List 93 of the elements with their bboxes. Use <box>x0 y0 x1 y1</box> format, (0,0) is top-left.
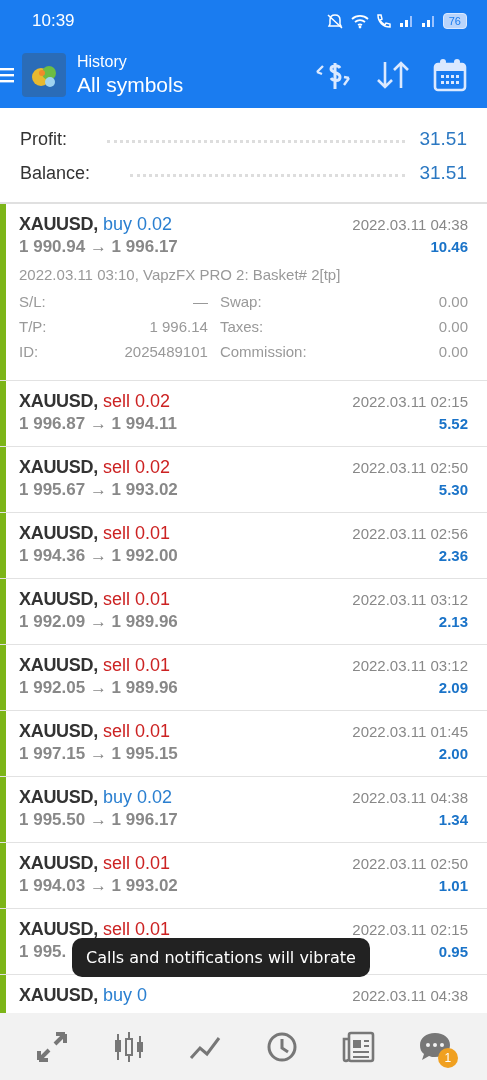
deal-time: 2022.03.11 04:38 <box>352 789 468 806</box>
symbol-name: XAUUSD, <box>19 589 98 610</box>
deal-comment: 2022.03.11 03:10, VapzFX PRO 2: Basket# 2[tp] <box>19 266 342 283</box>
status-time: 10:39 <box>32 11 75 31</box>
trade-type: buy 0 <box>102 985 147 1006</box>
deal-time: 2022.03.11 01:45 <box>352 723 468 740</box>
signal-icon <box>420 14 437 28</box>
symbol-name: XAUUSD, <box>19 919 98 940</box>
deal-row[interactable]: XAUUSD, sell 0.01 2022.03.11 02:50 1 994.03 → 1 993.02 1.01 <box>0 843 487 909</box>
deal-time: 2022.03.11 04:38 <box>352 216 468 233</box>
deal-row[interactable]: XAUUSD, sell 0.02 2022.03.11 02:15 1 996.87 → 1 994.11 5.52 <box>0 381 487 447</box>
detail-value: 0.00 <box>437 293 468 310</box>
profit-value: 1.01 <box>438 877 468 894</box>
menu-icon[interactable] <box>0 67 14 83</box>
profit-value: 10.46 <box>430 238 468 255</box>
deal-time: 2022.03.11 03:12 <box>352 657 468 674</box>
app-logo <box>22 53 66 97</box>
deal-row[interactable]: XAUUSD, sell 0.01 2022.03.11 01:45 1 997.15 → 1 995.15 2.00 <box>0 711 487 777</box>
deal-time: 2022.03.11 02:15 <box>352 393 468 410</box>
summary-label: Balance: <box>20 162 91 184</box>
deal-row[interactable]: XAUUSD, buy 0.02 2022.03.11 04:38 1 990.94 → 1 996.17 10.46 2022.03.11 03:10, VapzFX PRO 2: Basket# 2[tp] S/L: — Swap: 0.00 T/P: 1 996.14 Taxes: 0.00 ID: 2025489101 Commission: 0.00 <box>0 204 487 381</box>
summary-label: Profit: <box>20 128 67 150</box>
symbol-name: XAUUSD, <box>19 655 98 676</box>
trade-type: sell 0.02 <box>102 457 170 478</box>
detail-label: Swap: <box>218 293 263 310</box>
detail-label: S/L: <box>19 293 47 310</box>
sort-icon[interactable] <box>375 59 411 91</box>
deal-row[interactable]: XAUUSD, sell 0.02 2022.03.11 02:50 1 995.67 → 1 993.02 5.30 <box>0 447 487 513</box>
trade-type: buy 0.02 <box>102 787 172 808</box>
deal-row[interactable]: XAUUSD, sell 0.01 2022.03.11 03:12 1 992.09 → 1 989.96 2.13 <box>0 579 487 645</box>
symbol-name: XAUUSD, <box>19 721 98 742</box>
profit-value: 1.34 <box>438 811 468 828</box>
profit-value: 2.09 <box>438 679 468 696</box>
symbol-name: XAUUSD, <box>19 523 98 544</box>
detail-label: Commission: <box>218 343 307 360</box>
symbol-name: XAUUSD, <box>19 853 98 874</box>
symbol-name: XAUUSD, <box>19 457 98 478</box>
price-range: 1 992.05 → 1 989.96 <box>19 678 178 698</box>
profit-value: 2.13 <box>438 613 468 630</box>
detail-value: 0.00 <box>437 318 468 335</box>
detail-label: Taxes: <box>218 318 265 335</box>
price-range: 1 992.09 → 1 989.96 <box>19 612 178 632</box>
wifi-icon <box>350 13 369 29</box>
toolbar-subtitle: All symbols <box>77 73 185 97</box>
price-range: 1 994.03 → 1 993.02 <box>19 876 178 896</box>
trade-type: sell 0.01 <box>102 655 170 676</box>
trade-type: sell 0.01 <box>102 919 170 940</box>
summary-value: 31.51 <box>419 162 467 184</box>
symbol-name: XAUUSD, <box>19 214 98 235</box>
signal-icon <box>398 14 415 28</box>
deal-time: 2022.03.11 02:50 <box>352 459 468 476</box>
deal-row[interactable]: XAUUSD, buy 0.02 2022.03.11 04:38 1 995.50 → 1 996.17 1.34 <box>0 777 487 843</box>
toast-message: Calls and notifications will vibrate <box>72 938 370 977</box>
trade-type: sell 0.01 <box>102 721 170 742</box>
deal-time: 2022.03.11 03:12 <box>352 591 468 608</box>
trade-type: sell 0.02 <box>102 391 170 412</box>
price-range: 1 996.87 → 1 994.11 <box>19 414 177 434</box>
trade-type: buy 0.02 <box>102 214 172 235</box>
profit-value: 5.52 <box>438 415 468 432</box>
price-range: 1 995. <box>19 942 67 962</box>
price-range: 1 997.15 → 1 995.15 <box>19 744 178 764</box>
deal-time: 2022.03.11 02:56 <box>352 525 468 542</box>
trade-type: sell 0.01 <box>102 589 170 610</box>
deal-time: 2022.03.11 02:50 <box>352 855 468 872</box>
price-range: 1 994.36 → 1 992.00 <box>19 546 178 566</box>
price-range: 1 990.94 → 1 996.17 <box>19 237 178 257</box>
detail-label: ID: <box>19 343 40 360</box>
deal-row[interactable]: XAUUSD, sell 0.01 2022.03.11 03:12 1 992.05 → 1 989.96 2.09 <box>0 645 487 711</box>
profit-value: 5.30 <box>438 481 468 498</box>
profit-value: 2.00 <box>438 745 468 762</box>
trade-type: sell 0.01 <box>102 853 170 874</box>
deal-time: 2022.03.11 04:38 <box>352 987 468 1004</box>
detail-value: 2025489101 <box>123 343 208 360</box>
summary-value: 31.51 <box>419 128 467 150</box>
arrows-icon[interactable] <box>35 1029 70 1064</box>
detail-value: — <box>191 293 208 310</box>
symbol-name: XAUUSD, <box>19 985 98 1006</box>
calendar-icon[interactable] <box>433 58 467 92</box>
symbol-name: XAUUSD, <box>19 391 98 412</box>
profit-value: 0.95 <box>438 943 468 960</box>
symbol-name: XAUUSD, <box>19 787 98 808</box>
price-range: 1 995.50 → 1 996.17 <box>19 810 178 830</box>
profit-value: 2.36 <box>438 547 468 564</box>
toolbar-title: History <box>77 53 128 71</box>
detail-value: 1 996.14 <box>148 318 208 335</box>
deal-row[interactable]: XAUUSD, sell 0.01 2022.03.11 02:56 1 994.36 → 1 992.00 2.36 <box>0 513 487 579</box>
detail-label: T/P: <box>19 318 47 335</box>
price-range: 1 995.67 → 1 993.02 <box>19 480 178 500</box>
newspaper-icon[interactable] <box>341 1029 376 1064</box>
trade-type: sell 0.01 <box>102 523 170 544</box>
detail-value: 0.00 <box>437 343 468 360</box>
battery-indicator: 76 <box>442 13 467 29</box>
deal-time: 2022.03.11 02:15 <box>352 921 468 938</box>
